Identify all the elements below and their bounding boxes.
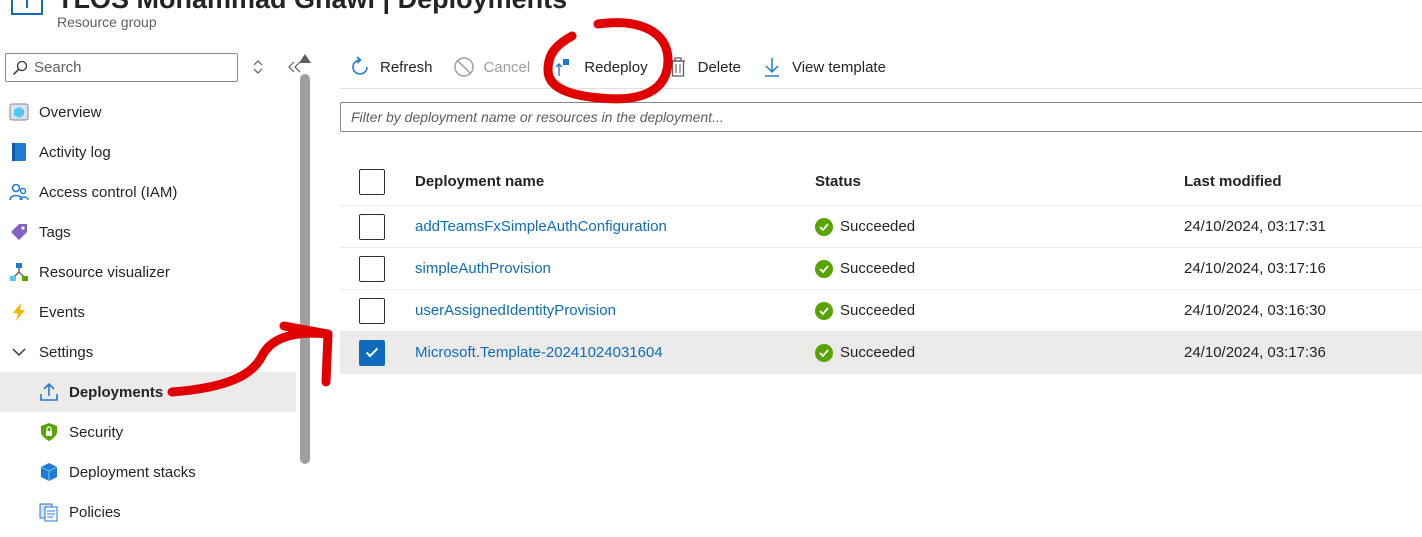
status-cell: Succeeded	[815, 206, 915, 247]
last-modified-cell: 24/10/2024, 03:17:16	[1184, 260, 1326, 277]
sidebar-search-input[interactable]	[34, 59, 234, 76]
sidebar-item-deployments[interactable]: Deployments	[0, 372, 296, 412]
refresh-button[interactable]: Refresh	[349, 48, 433, 86]
cancel-icon	[453, 56, 475, 78]
sidebar-item-policies[interactable]: Policies	[0, 492, 296, 532]
sidebar-item-label: Settings	[39, 343, 94, 361]
table-row[interactable]: userAssignedIdentityProvision Succeeded …	[340, 290, 1422, 332]
sidebar-item-label: Deployment stacks	[69, 463, 196, 481]
redeploy-icon	[553, 56, 575, 78]
delete-label: Delete	[697, 58, 741, 76]
status-text: Succeeded	[840, 344, 916, 361]
sidebar-item-deployment-stacks[interactable]: Deployment stacks	[0, 452, 296, 492]
redeploy-button[interactable]: Redeploy	[553, 48, 648, 86]
deployment-name-link[interactable]: addTeamsFxSimpleAuthConfiguration	[415, 206, 667, 247]
column-header-name[interactable]: Deployment name	[415, 158, 544, 205]
sidebar-item-label: Access control (IAM)	[39, 183, 178, 201]
last-modified-cell: 24/10/2024, 03:17:36	[1184, 344, 1326, 361]
tag-icon	[8, 221, 30, 243]
lightning-icon	[8, 301, 30, 323]
sidebar-item-resource-visualizer[interactable]: Resource visualizer	[0, 252, 296, 292]
upload-icon	[38, 381, 60, 403]
checkmark-icon	[365, 347, 379, 358]
row-checkbox[interactable]	[359, 255, 385, 282]
success-check-icon	[815, 301, 833, 320]
sort-icon[interactable]	[248, 57, 268, 77]
cancel-label: Cancel	[483, 58, 531, 76]
page-header: TLOS Mohammad Ghawi | Deployments Resour…	[0, 0, 1422, 36]
page-subtitle: Resource group	[57, 14, 157, 30]
refresh-icon	[349, 56, 371, 78]
last-modified-cell: 24/10/2024, 03:16:30	[1184, 302, 1326, 319]
deployment-name-link[interactable]: userAssignedIdentityProvision	[415, 290, 616, 331]
column-header-last-modified[interactable]: Last modified	[1184, 158, 1282, 205]
deployments-table: Deployment name Status Last modified add…	[340, 158, 1422, 374]
sidebar-item-label: Events	[39, 303, 85, 321]
search-icon	[12, 60, 28, 75]
chevron-down-icon	[8, 341, 30, 363]
row-checkbox[interactable]	[359, 297, 385, 324]
sidebar-group-settings[interactable]: Settings	[0, 332, 296, 372]
status-text: Succeeded	[840, 302, 916, 319]
deployment-name-link[interactable]: simpleAuthProvision	[415, 248, 551, 289]
shield-icon	[38, 421, 60, 443]
sidebar-item-overview[interactable]: Overview	[0, 92, 296, 132]
sidebar-search-box[interactable]	[5, 53, 238, 82]
filter-box[interactable]	[340, 102, 1422, 132]
status-text: Succeeded	[840, 218, 916, 235]
sidebar-item-security[interactable]: Security	[0, 412, 296, 452]
status-cell: Succeeded	[815, 290, 915, 331]
row-checkbox[interactable]	[359, 213, 385, 240]
scroll-up-arrow-icon[interactable]	[299, 54, 311, 63]
sidebar-scrollbar-thumb[interactable]	[300, 74, 310, 464]
trash-icon	[667, 56, 689, 78]
status-text: Succeeded	[840, 260, 916, 277]
deployments-icon	[11, 0, 43, 15]
toolbar-divider	[340, 88, 1422, 89]
success-check-icon	[815, 259, 833, 278]
success-check-icon	[815, 217, 833, 236]
column-header-status[interactable]: Status	[815, 158, 861, 205]
row-checkbox[interactable]	[359, 339, 385, 366]
download-icon	[761, 56, 783, 78]
resource-visualizer-icon	[8, 261, 30, 283]
activity-log-icon	[8, 141, 30, 163]
sidebar: Overview Activity log Access control (IA…	[0, 46, 316, 537]
iam-icon	[8, 181, 30, 203]
status-cell: Succeeded	[815, 248, 915, 289]
sidebar-item-label: Overview	[39, 103, 102, 121]
sidebar-item-activity-log[interactable]: Activity log	[0, 132, 296, 172]
deployment-name-link[interactable]: Microsoft.Template-20241024031604	[415, 332, 663, 373]
sidebar-item-tags[interactable]: Tags	[0, 212, 296, 252]
sidebar-item-label: Tags	[39, 223, 71, 241]
success-check-icon	[815, 343, 833, 362]
sidebar-item-events[interactable]: Events	[0, 292, 296, 332]
delete-button[interactable]: Delete	[667, 48, 741, 86]
filter-input[interactable]	[351, 109, 1422, 125]
sidebar-item-label: Activity log	[39, 143, 111, 161]
cube-icon	[38, 461, 60, 483]
command-bar: Refresh Cancel Redeploy Delete View temp…	[340, 48, 886, 86]
select-all-checkbox[interactable]	[359, 168, 385, 195]
sidebar-item-label: Resource visualizer	[39, 263, 170, 281]
sidebar-item-label: Policies	[69, 503, 121, 521]
sidebar-item-access-control[interactable]: Access control (IAM)	[0, 172, 296, 212]
sidebar-item-label: Deployments	[69, 383, 164, 401]
policies-icon	[38, 501, 60, 523]
status-cell: Succeeded	[815, 332, 915, 373]
view-template-label: View template	[791, 58, 886, 76]
sidebar-item-label: Security	[69, 423, 124, 441]
table-row[interactable]: addTeamsFxSimpleAuthConfiguration Succee…	[340, 206, 1422, 248]
view-template-button[interactable]: View template	[761, 48, 886, 86]
table-row[interactable]: Microsoft.Template-20241024031604 Succee…	[340, 332, 1422, 374]
table-row[interactable]: simpleAuthProvision Succeeded 24/10/2024…	[340, 248, 1422, 290]
page-title: TLOS Mohammad Ghawi | Deployments	[57, 0, 567, 15]
redeploy-label: Redeploy	[584, 58, 648, 76]
last-modified-cell: 24/10/2024, 03:17:31	[1184, 218, 1326, 235]
cancel-button[interactable]: Cancel	[453, 48, 531, 86]
refresh-label: Refresh	[380, 58, 433, 76]
overview-icon	[8, 101, 30, 123]
table-header-row: Deployment name Status Last modified	[340, 158, 1422, 206]
